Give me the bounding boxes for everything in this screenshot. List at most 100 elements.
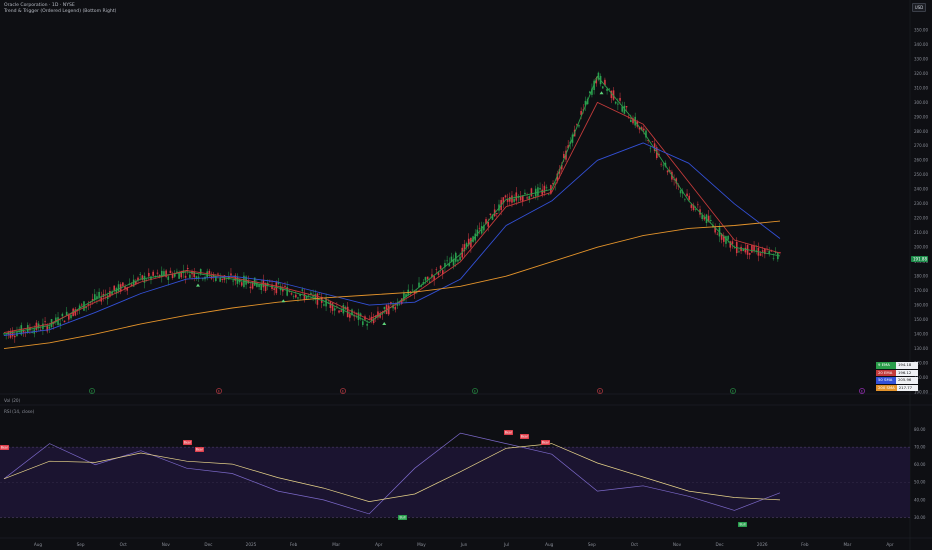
divergence-tag-label: Bear <box>542 441 550 445</box>
time-axis-label: Mar <box>843 542 851 547</box>
candle-body <box>725 236 727 244</box>
price-axis-label: 250.00 <box>914 172 928 177</box>
candle-body <box>44 321 46 323</box>
price-axis-label: 240.00 <box>914 187 928 192</box>
candle-body <box>660 163 662 165</box>
time-axis-label: Nov <box>162 542 171 547</box>
candle-body <box>318 294 321 295</box>
price-chart[interactable]: 350.00 340.00 330.00 320.00 310.00 300.00 290.… <box>0 0 932 550</box>
candle-body <box>221 278 224 280</box>
candle-body <box>230 273 232 276</box>
candle-body <box>342 305 345 314</box>
time-axis-label: Oct <box>631 542 639 547</box>
candle-body <box>530 188 533 197</box>
price-axis-label: 220.00 <box>914 216 928 221</box>
candle-body <box>387 305 390 315</box>
candle-body <box>459 256 461 261</box>
candle-body <box>753 245 755 252</box>
legend-row-20ema: 20 EMA 196.12 <box>876 369 918 376</box>
time-axis-label: Aug <box>545 542 554 547</box>
legend-value: 217.77 <box>896 384 918 391</box>
buy-signal-marker <box>382 321 387 325</box>
candle-body <box>504 195 507 198</box>
candle-body <box>292 296 295 297</box>
candle-body <box>61 313 64 317</box>
candle-body <box>614 101 617 104</box>
volume-pane-label[interactable]: Vol (20) <box>4 398 20 403</box>
candle-body <box>539 188 541 190</box>
candle-body <box>184 275 187 278</box>
price-axis-label: 350.00 <box>914 27 928 32</box>
candle-body <box>751 245 753 253</box>
candle-body <box>366 323 368 326</box>
candle-body <box>340 310 343 312</box>
candle-body <box>323 304 325 306</box>
candle-body <box>303 293 306 300</box>
rsi-pane-label[interactable]: RSI (14, close) <box>4 409 34 414</box>
candle-body <box>362 321 364 325</box>
candle-body <box>457 259 459 262</box>
candle-body <box>409 291 412 292</box>
candle-body <box>489 213 492 215</box>
candle-body <box>619 97 621 101</box>
time-axis-label: 2025 <box>246 542 257 547</box>
price-axis-label: 150.00 <box>914 317 928 322</box>
candle-body <box>601 86 604 89</box>
time-axis-label: Dec <box>716 542 725 547</box>
candle-body <box>426 276 429 280</box>
candle-body <box>232 280 234 282</box>
candle-body <box>349 314 351 318</box>
candle-body <box>748 252 751 255</box>
divergence-tag-label: Bear <box>196 448 204 452</box>
candle-body <box>394 306 397 310</box>
candle-body <box>65 311 68 316</box>
candle-body <box>208 270 211 274</box>
candle-body <box>122 282 124 287</box>
candle-body <box>251 281 254 289</box>
price-axis-label: 280.00 <box>914 129 928 134</box>
candle-body <box>701 215 703 219</box>
candle-body <box>761 250 764 252</box>
candle-body <box>383 306 386 310</box>
candle-body <box>547 194 550 196</box>
legend-name: 20 EMA <box>876 369 896 376</box>
time-axis-label: Jun <box>460 542 468 547</box>
candle-body <box>521 195 524 202</box>
candle-body <box>733 247 736 249</box>
candle-body <box>70 314 72 319</box>
candle-body <box>240 282 243 286</box>
candle-body <box>690 204 693 208</box>
legend-value: 194.18 <box>896 362 918 369</box>
ma-legend: 9 EMA 194.18 20 EMA 196.12 50 SMA 205.96… <box>876 362 918 392</box>
candle-body <box>202 278 204 280</box>
candle-body <box>171 274 174 279</box>
time-axis-label: Feb <box>290 542 298 547</box>
candle-body <box>537 187 539 196</box>
candle-body <box>576 123 578 125</box>
candle-body <box>176 271 178 273</box>
candle-body <box>625 105 628 108</box>
candle-body <box>249 286 252 289</box>
legend-name: 50 SMA <box>876 377 896 384</box>
divergence-tag-label: Bear <box>184 441 192 445</box>
candle-body <box>307 294 310 296</box>
candle-body <box>435 269 438 270</box>
candle-body <box>48 326 51 329</box>
candle-body <box>290 293 293 295</box>
time-axis-label: Jul <box>503 542 509 547</box>
candle-body <box>446 260 448 262</box>
rsi-axis-label: 40.00 <box>914 497 926 502</box>
candle-body <box>411 289 414 291</box>
candle-body <box>770 251 773 252</box>
candle-body <box>744 247 747 253</box>
price-axis-label: 140.00 <box>914 331 928 336</box>
candle-body <box>578 125 580 127</box>
time-axis-label: Oct <box>120 542 128 547</box>
divergence-tag-label: Bear <box>505 431 513 435</box>
candle-body <box>496 212 498 215</box>
price-axis-label: 200.00 <box>914 245 928 250</box>
divergence-tag-label: Bear <box>1 446 9 450</box>
candle-body <box>439 265 442 269</box>
price-axis-label: 230.00 <box>914 201 928 206</box>
time-axis-label: Apr <box>886 542 894 547</box>
